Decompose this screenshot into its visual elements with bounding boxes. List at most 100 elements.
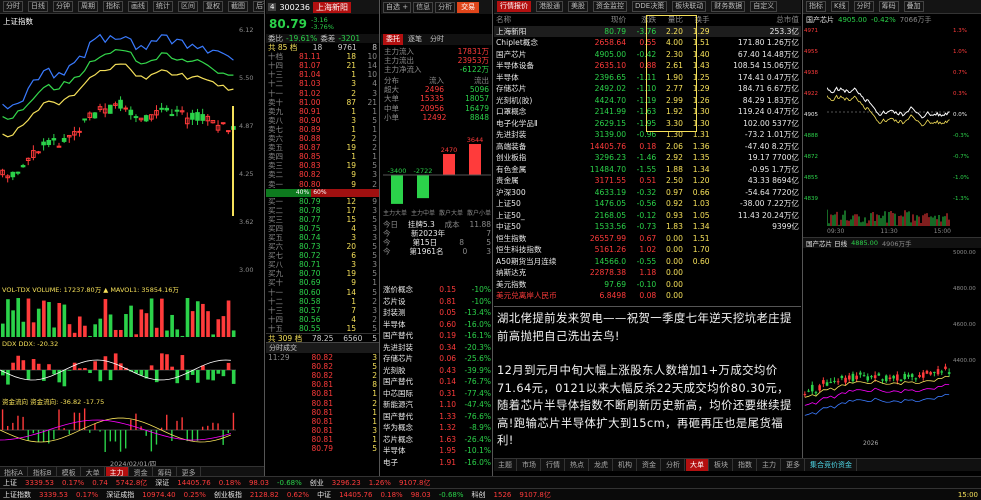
buy-level[interactable]: 十五 80.55 15 5 [268,324,377,333]
toolbar-button-2[interactable]: 分钟 [53,1,73,12]
quote-row[interactable]: 高端装备 14405.76 0.18 2.06 1.36 -47.40 8.2万亿 [494,141,801,153]
sell-level[interactable]: 十二 81.03 3 4 [268,79,377,88]
toolbar-button-1[interactable]: 日线 [28,1,48,12]
quote-header[interactable]: 现价 [577,14,628,26]
right-tab-5[interactable]: 机构 [614,459,637,471]
right-tab-1[interactable]: 市场 [518,459,541,471]
quote-row[interactable]: 沪深300 4633.19 -0.32 0.97 0.66 -54.64 7720亿 [494,187,801,199]
analysis-button[interactable]: 分析 [435,1,456,13]
buy-level[interactable]: 十一 80.60 14 5 [268,288,377,297]
intraday-chart[interactable] [827,28,951,228]
capital-tab[interactable]: 分时 [427,34,447,45]
buy-level[interactable]: 买四 80.75 4 3 [268,224,377,233]
quote-tab[interactable]: 财务数据 [711,1,746,12]
buy-level[interactable]: 买六 80.73 20 5 [268,242,377,251]
buy-level[interactable]: 十三 80.57 7 3 [268,306,377,315]
right-tab-12[interactable]: 更多 [782,459,805,471]
sector-row[interactable]: 电子 1.91 -16.0% [383,457,491,469]
sell-level[interactable]: 卖二 80.82 9 3 [268,170,377,179]
toolbar-button-9[interactable]: 截图 [228,1,248,12]
buy-level[interactable]: 买一 80.79 12 9 [268,197,377,206]
buy-level[interactable]: 买七 80.72 6 5 [268,251,377,260]
sell-level[interactable]: 卖七 80.89 1 1 [268,125,377,134]
right-tab-11[interactable]: 主力 [758,459,781,471]
auction-link[interactable]: 集合竞价资金 [806,459,857,471]
sector-row[interactable]: 存储芯片 0.06 -25.6% [383,353,491,365]
right-tab-4[interactable]: 龙虎 [590,459,613,471]
toolbar-button-8[interactable]: 复权 [203,1,223,12]
trade-button[interactable]: 交易 [457,1,480,13]
toolbar-button-6[interactable]: 统计 [153,1,173,12]
buy-level[interactable]: 买九 80.70 19 5 [268,269,377,278]
sector-row[interactable]: 芯片概念 1.63 -26.4% [383,434,491,446]
sector-row[interactable]: 芯片设 0.81 -10% [383,296,491,308]
quote-row[interactable]: 恒生指数 26557.99 0.67 0.00 1.51 [494,233,801,245]
buy-level[interactable]: 十二 80.58 1 2 [268,297,377,306]
quote-tab[interactable]: 行情报价 [497,1,531,12]
sector-row[interactable]: 光刻胶 0.43 -39.9% [383,365,491,377]
sector-row[interactable]: 国产替代 1.33 -76.6% [383,411,491,423]
quote-tab[interactable]: 资金监控 [593,1,627,12]
quote-tab[interactable]: 自定义 [750,1,778,12]
quote-row[interactable]: 中证50 1533.56 -0.73 1.83 1.34 9399亿 [494,221,801,233]
sell-level[interactable]: 卖一 80.80 9 2 [268,180,377,189]
toolbar-button-4[interactable]: 指标 [103,1,123,12]
buy-level[interactable]: 买二 80.78 17 3 [268,206,377,215]
quote-row[interactable]: 美元兑离岸人民币 6.8498 0.08 0.00 [494,290,801,302]
sector-row[interactable]: 先进封装 0.34 -20.3% [383,342,491,354]
right-tab-0[interactable]: 主题 [494,459,517,471]
right-tab-9[interactable]: 板块 [710,459,733,471]
buy-level[interactable]: 十四 80.56 4 2 [268,315,377,324]
quote-row[interactable]: 贵金属 3171.55 0.51 2.50 1.20 43.33 8694亿 [494,175,801,187]
quote-tab[interactable]: 美股 [568,1,588,12]
toolbar-button-0[interactable]: 分时 [3,1,23,12]
sell-level[interactable]: 卖四 80.85 1 1 [268,152,377,161]
mini-tab[interactable]: 叠加 [903,1,924,12]
info-button[interactable]: 信息 [413,1,434,13]
right-tab-8[interactable]: 大单 [686,459,709,471]
sell-level[interactable]: 十一 81.02 2 3 [268,89,377,98]
quote-row[interactable]: 美元指数 97.69 -0.10 0.00 [494,279,801,291]
sector-row[interactable]: 封装测 0.05 -13.4% [383,307,491,319]
buy-level[interactable]: 买三 80.77 15 5 [268,215,377,224]
sell-level[interactable]: 卖八 80.90 3 5 [268,116,377,125]
add-watchlist-button[interactable]: 自选 + [383,1,412,13]
sector-row[interactable]: 国产替代 0.19 -16.1% [383,330,491,342]
quote-row[interactable]: 创业板指 3296.23 -1.46 2.92 1.35 19.17 7700亿 [494,152,801,164]
toolbar-button-5[interactable]: 画线 [128,1,148,12]
quote-row[interactable]: A50期货当月连续 14566.0 -0.55 0.00 0.60 [494,256,801,268]
buy-level[interactable]: 买十 80.69 9 1 [268,278,377,287]
quote-row[interactable]: 上证50_ 2168.05 -0.12 0.93 1.05 11.43 20.24万亿 [494,210,801,222]
mini-tab[interactable]: 分时 [853,1,874,12]
sell-level[interactable]: 十档 81.11 18 10 [268,52,377,61]
right-tab-10[interactable]: 指数 [734,459,757,471]
sector-row[interactable]: 半导体 1.95 -10.1% [383,445,491,457]
mini-tab[interactable]: 筹码 [878,1,899,12]
quote-row[interactable]: 有色金属 11484.70 -1.55 1.88 1.34 -0.95 1.7万亿 [494,164,801,176]
sector-row[interactable]: 国产替代 0.14 -76.7% [383,376,491,388]
toolbar-button-7[interactable]: 区间 [178,1,198,12]
sector-row[interactable]: 半导体 0.60 -16.0% [383,319,491,331]
sell-level[interactable]: 十四 81.07 21 14 [268,61,377,70]
quote-row[interactable]: 上证50 1476.05 -0.56 0.92 1.03 -38.00 7.22万亿 [494,198,801,210]
sell-level[interactable]: 卖九 80.91 1 1 [268,107,377,116]
buy-level[interactable]: 买八 80.71 3 3 [268,260,377,269]
quote-header[interactable]: 名称 [494,14,577,26]
right-tab-7[interactable]: 分析 [662,459,685,471]
sector-row[interactable]: 涨价概念 0.15 -10% [383,284,491,296]
stock-name[interactable]: 上海新阳 [313,1,352,13]
quote-tab[interactable]: 板块联动 [672,1,707,12]
sell-level[interactable]: 卖三 80.83 19 5 [268,161,377,170]
sector-row[interactable]: 新能源汽 1.10 -47.4% [383,399,491,411]
capital-tab[interactable]: 委托 [383,34,403,45]
mini-tab[interactable]: K线 [831,1,849,12]
sector-row[interactable]: 华为概念 1.32 -8.9% [383,422,491,434]
candlestick-chart[interactable] [0,26,236,276]
buy-level[interactable]: 买五 80.74 3 3 [268,233,377,242]
right-tab-3[interactable]: 热点 [566,459,589,471]
ticks-title[interactable]: 分时成交 [266,342,379,354]
right-tab-6[interactable]: 资金 [638,459,661,471]
mini-tab[interactable]: 指标 [806,1,826,12]
sell-level[interactable]: 卖十 81.00 87 21 [268,98,377,107]
toolbar-right-0[interactable]: 后市 [253,1,264,12]
